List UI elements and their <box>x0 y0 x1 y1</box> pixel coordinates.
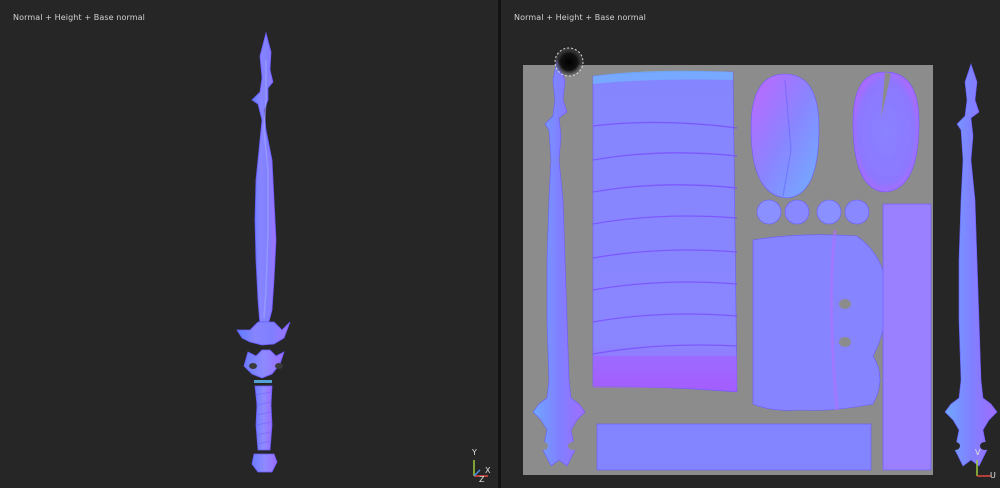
sword-3d-model[interactable] <box>0 0 498 488</box>
axis-gizmo-3d: Y X Z <box>468 446 496 486</box>
sword-pommel <box>251 453 278 473</box>
viewport-2d-uv[interactable]: Normal + Height + Base normal V U <box>501 0 1000 488</box>
axis-x-label: X <box>485 466 491 475</box>
axis-gizmo-2d: V U <box>971 446 999 486</box>
uv-island-pommel-halves <box>750 71 920 199</box>
sword-crossguard <box>236 321 291 346</box>
axis-u-label: U <box>990 471 996 480</box>
uv-island-grip-wrap <box>592 70 738 393</box>
axis-z-label: Z <box>479 475 485 484</box>
axis-v-label: V <box>975 448 981 457</box>
uv-island-sword-right <box>944 63 998 467</box>
uv-island-sword-left <box>532 58 586 467</box>
uv-island-blade-edge <box>882 203 932 471</box>
axis-y-label: Y <box>472 448 477 457</box>
uv-island-handle-strip <box>596 423 872 471</box>
brush-cursor-icon <box>554 47 584 77</box>
substance-painter-window: Normal + Height + Base normal Y X Z Norm… <box>0 0 1000 488</box>
uv-island-caps <box>756 199 870 225</box>
sword-grip <box>254 385 273 451</box>
uv-island-crossguard <box>752 229 888 411</box>
sword-blade <box>251 31 277 326</box>
viewport-3d[interactable]: Normal + Height + Base normal Y X Z <box>0 0 498 488</box>
